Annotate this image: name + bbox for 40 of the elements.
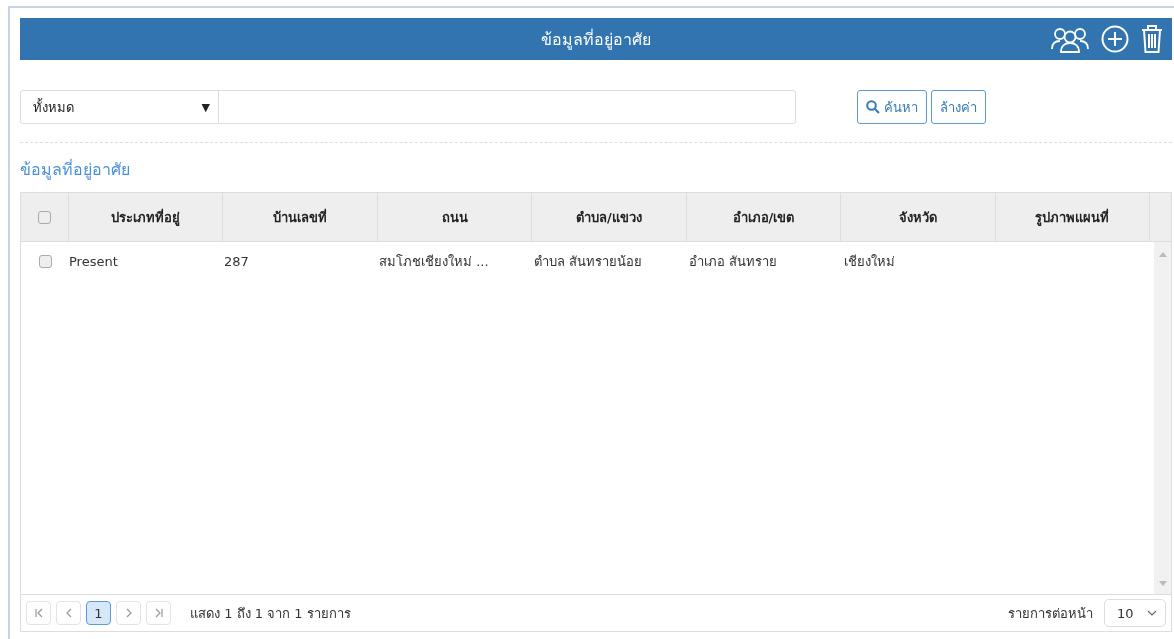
table-cell-text: ตำบล สันทรายน้อย [534, 252, 643, 271]
column-header: ตำบล/แขวง [532, 193, 687, 241]
scroll-down-icon[interactable] [1158, 581, 1167, 586]
column-header: ถนน [377, 193, 533, 241]
trash-icon[interactable] [1140, 24, 1164, 54]
previous-page-button[interactable] [56, 601, 81, 625]
column-header: จังหวัด [841, 193, 996, 241]
column-header: บ้านเลขที่ [223, 193, 378, 241]
add-icon[interactable] [1100, 24, 1130, 54]
page-summary: แสดง 1 ถึง 1 จาก 1 รายการ [190, 604, 351, 623]
page-title: ข้อมูลที่อยู่อาศัย [541, 28, 651, 52]
scrollbar[interactable] [1154, 242, 1171, 594]
table-cell-text: เชียงใหม่ [844, 252, 895, 271]
table-cell-text: อำเภอ สันทราย [689, 252, 778, 271]
scroll-up-icon[interactable] [1158, 252, 1167, 257]
chevron-down-icon [1147, 610, 1157, 616]
clear-button[interactable]: ล้างค่า [931, 90, 986, 124]
select-all-checkbox[interactable] [37, 210, 51, 224]
per-page-label: รายการต่อหน้า [1008, 604, 1093, 623]
group-icon[interactable] [1050, 25, 1090, 53]
search-field[interactable]: ทั้งหมด ▼ [20, 90, 796, 124]
last-page-button[interactable] [146, 601, 171, 625]
type-select[interactable]: ทั้งหมด [33, 96, 74, 118]
column-header: รูปภาพแผนที่ [995, 193, 1151, 241]
section-title: ข้อมูลที่อยู่อาศัย [20, 158, 131, 182]
table-cell: 287 [224, 253, 249, 269]
column-header: อำเภอ/เขต [686, 193, 842, 241]
column-header: ประเภทที่อยู่ [68, 193, 224, 241]
table-cell: Present [69, 253, 118, 269]
search-icon [866, 100, 880, 114]
search-button[interactable]: ค้นหา [857, 90, 927, 124]
next-page-button[interactable] [116, 601, 141, 625]
last-page-icon [153, 608, 164, 618]
first-page-button[interactable] [26, 601, 51, 625]
dropdown-arrow[interactable]: ▼ [201, 100, 210, 114]
first-page-icon [33, 608, 44, 618]
per-page-select[interactable]: 10 [1104, 599, 1166, 627]
row-checkbox[interactable] [38, 254, 52, 268]
table-cell-text: สมโภชเชียงใหม่ ... [379, 252, 489, 271]
page-button[interactable]: 1 [86, 601, 111, 625]
